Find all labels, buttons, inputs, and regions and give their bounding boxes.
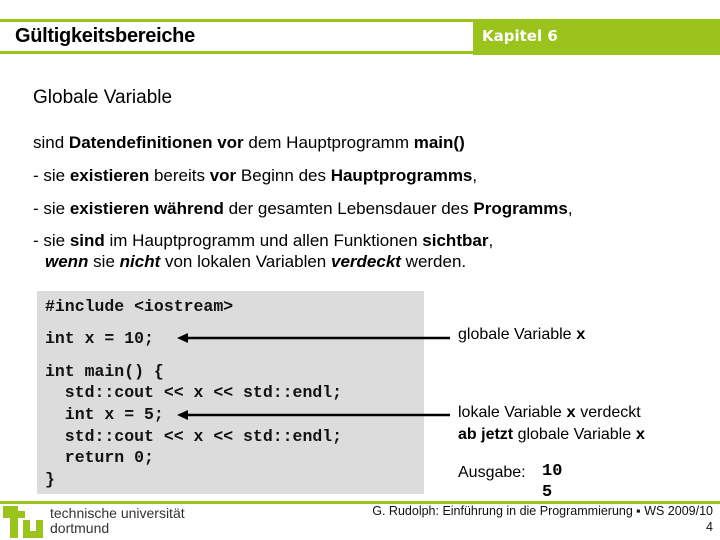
output-value-second: 5: [542, 483, 553, 502]
arrow-global-var: [177, 333, 450, 343]
label-local-variable: lokale Variable x verdeckt: [458, 404, 641, 422]
page-number: 4: [706, 520, 713, 534]
university-name-line1: technische universität: [50, 505, 185, 521]
output-value-first: 10: [542, 462, 563, 481]
label-shadowed-global: ab jetzt globale Variable x: [458, 426, 646, 444]
label-global-variable: globale Variable x: [458, 326, 586, 344]
course-credit: G. Rudolph: Einführung in die Programmie…: [372, 504, 713, 518]
university-name-line2: dortmund: [50, 520, 110, 536]
university-name: technische universität dortmund: [50, 506, 185, 536]
footer-credit: G. Rudolph: Einführung in die Programmie…: [372, 503, 713, 535]
arrow-local-var: [177, 410, 450, 420]
tu-logo-icon: [3, 506, 43, 538]
output-label: Ausgabe:: [458, 464, 526, 481]
annotation-arrows: [177, 333, 450, 420]
